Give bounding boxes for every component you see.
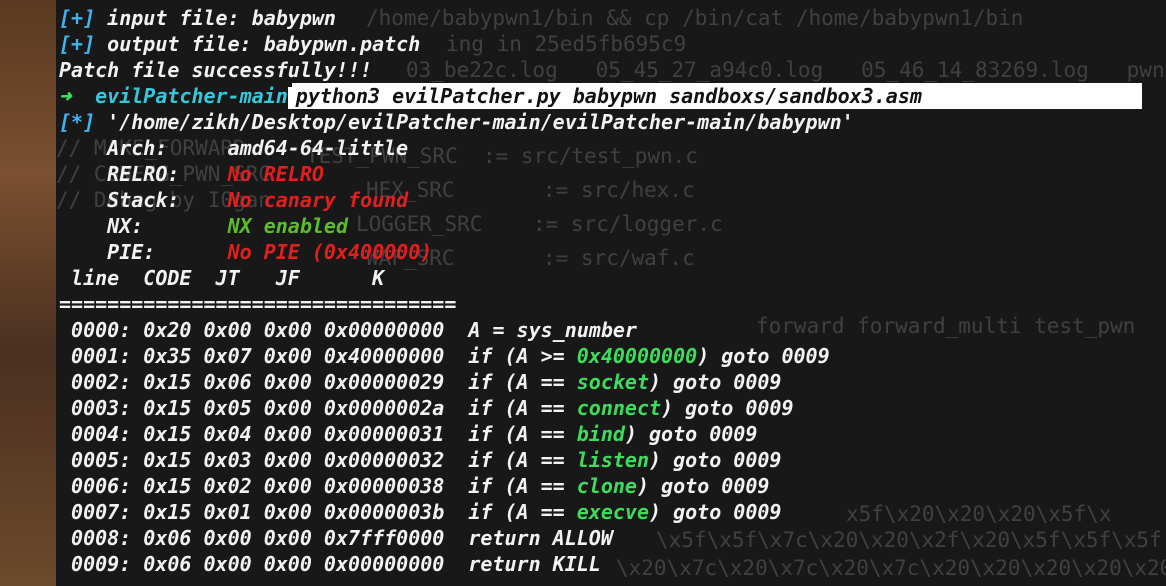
checksec-arch: Arch: amd64-64-little <box>59 135 408 161</box>
arch-label: Arch: <box>59 136 228 160</box>
binary-path: '/home/zikh/Desktop/evilPatcher-main/evi… <box>95 110 854 134</box>
checksec-nx: NX: NX enabled <box>59 213 348 239</box>
seccomp-rule: 0001: 0x35 0x07 0x00 0x40000000 if (A >=… <box>59 344 830 368</box>
ghost-line: 03_be22c.log 05_45_27_a94c0.log 05_46_14… <box>406 58 1165 82</box>
pie-label: PIE: <box>59 240 228 264</box>
ghost-line: ing in 25ed5fb695c9 <box>446 32 687 56</box>
output-file-text: output file: babypwn.patch <box>95 32 421 56</box>
nx-value: NX enabled <box>227 214 348 238</box>
pie-value: No PIE (0x400000) <box>227 240 433 264</box>
seccomp-separator: ================================= <box>59 292 457 316</box>
ghost-line: LOGGER_SRC := src/logger.c <box>356 212 723 236</box>
checksec-stack: Stack: No canary found <box>59 187 408 213</box>
terminal-window[interactable]: /home/babypwn1/bin && cp /bin/cat /home/… <box>56 0 1166 586</box>
input-file-line: [+] input file: babypwn <box>59 5 336 31</box>
desktop-wallpaper <box>0 0 56 586</box>
prompt-directory: evilPatcher-main <box>95 84 288 108</box>
prompt-line[interactable]: ➜ evilPatcher-main python3 evilPatcher.py… <box>59 83 1142 109</box>
seccomp-rule: 0009: 0x06 0x00 0x00 0x00000000 return K… <box>59 552 601 576</box>
nx-label: NX: <box>59 214 228 238</box>
relro-value: No RELRO <box>227 162 324 186</box>
checksec-relro: RELRO: No RELRO <box>59 161 324 187</box>
seccomp-rule: 0004: 0x15 0x04 0x00 0x00000031 if (A ==… <box>59 422 758 446</box>
ghost-line: forward forward_multi test_pwn <box>756 314 1136 338</box>
ghost-line: HEX_SRC := src/hex.c <box>366 178 695 202</box>
arch-value: amd64-64-little <box>227 136 409 160</box>
input-file-text: input file: babypwn <box>95 6 336 30</box>
info-prefix: [+] <box>59 6 96 30</box>
output-file-line: [+] output file: babypwn.patch <box>59 31 420 57</box>
stack-value: No canary found <box>227 188 409 212</box>
ghost-line: x5f\x20\x20\x20\x5f\x <box>846 502 1112 526</box>
prompt-arrow-icon: ➜ <box>59 84 72 108</box>
seccomp-rule: 0002: 0x15 0x06 0x00 0x00000029 if (A ==… <box>59 370 782 394</box>
command-input[interactable]: python3 evilPatcher.py babypwn sandboxs/… <box>291 83 1142 109</box>
stack-label: Stack: <box>59 188 228 212</box>
seccomp-rule: 0007: 0x15 0x01 0x00 0x0000003b if (A ==… <box>59 500 782 524</box>
ghost-line: \x20\x7c\x20\x7c\x20\x7c\x20\x20\x20\x20… <box>616 556 1166 580</box>
seccomp-rule: 0008: 0x06 0x00 0x00 0x7fff0000 return A… <box>59 526 613 550</box>
info-prefix: [*] <box>59 110 96 134</box>
path-line: [*] '/home/zikh/Desktop/evilPatcher-main… <box>59 109 854 135</box>
seccomp-rule: 0003: 0x15 0x05 0x00 0x0000002a if (A ==… <box>59 396 794 420</box>
seccomp-rule: 0005: 0x15 0x03 0x00 0x00000032 if (A ==… <box>59 448 782 472</box>
seccomp-rule: 0000: 0x20 0x00 0x00 0x00000000 A = sys_… <box>59 318 637 342</box>
patch-message: Patch file successfully!!! <box>59 58 373 82</box>
ghost-line: \x5f\x5f\x7c\x20\x20\x2f\x20\x5f\x5f\x5f <box>656 528 1162 552</box>
relro-label: RELRO: <box>59 162 228 186</box>
seccomp-table-header: line CODE JT JF K <box>59 266 385 290</box>
seccomp-rule: 0006: 0x15 0x02 0x00 0x00000038 if (A ==… <box>59 474 770 498</box>
checksec-pie: PIE: No PIE (0x400000) <box>59 239 432 265</box>
ghost-line: /home/babypwn1/bin && cp /bin/cat /home/… <box>366 6 1024 30</box>
info-prefix: [+] <box>59 32 96 56</box>
